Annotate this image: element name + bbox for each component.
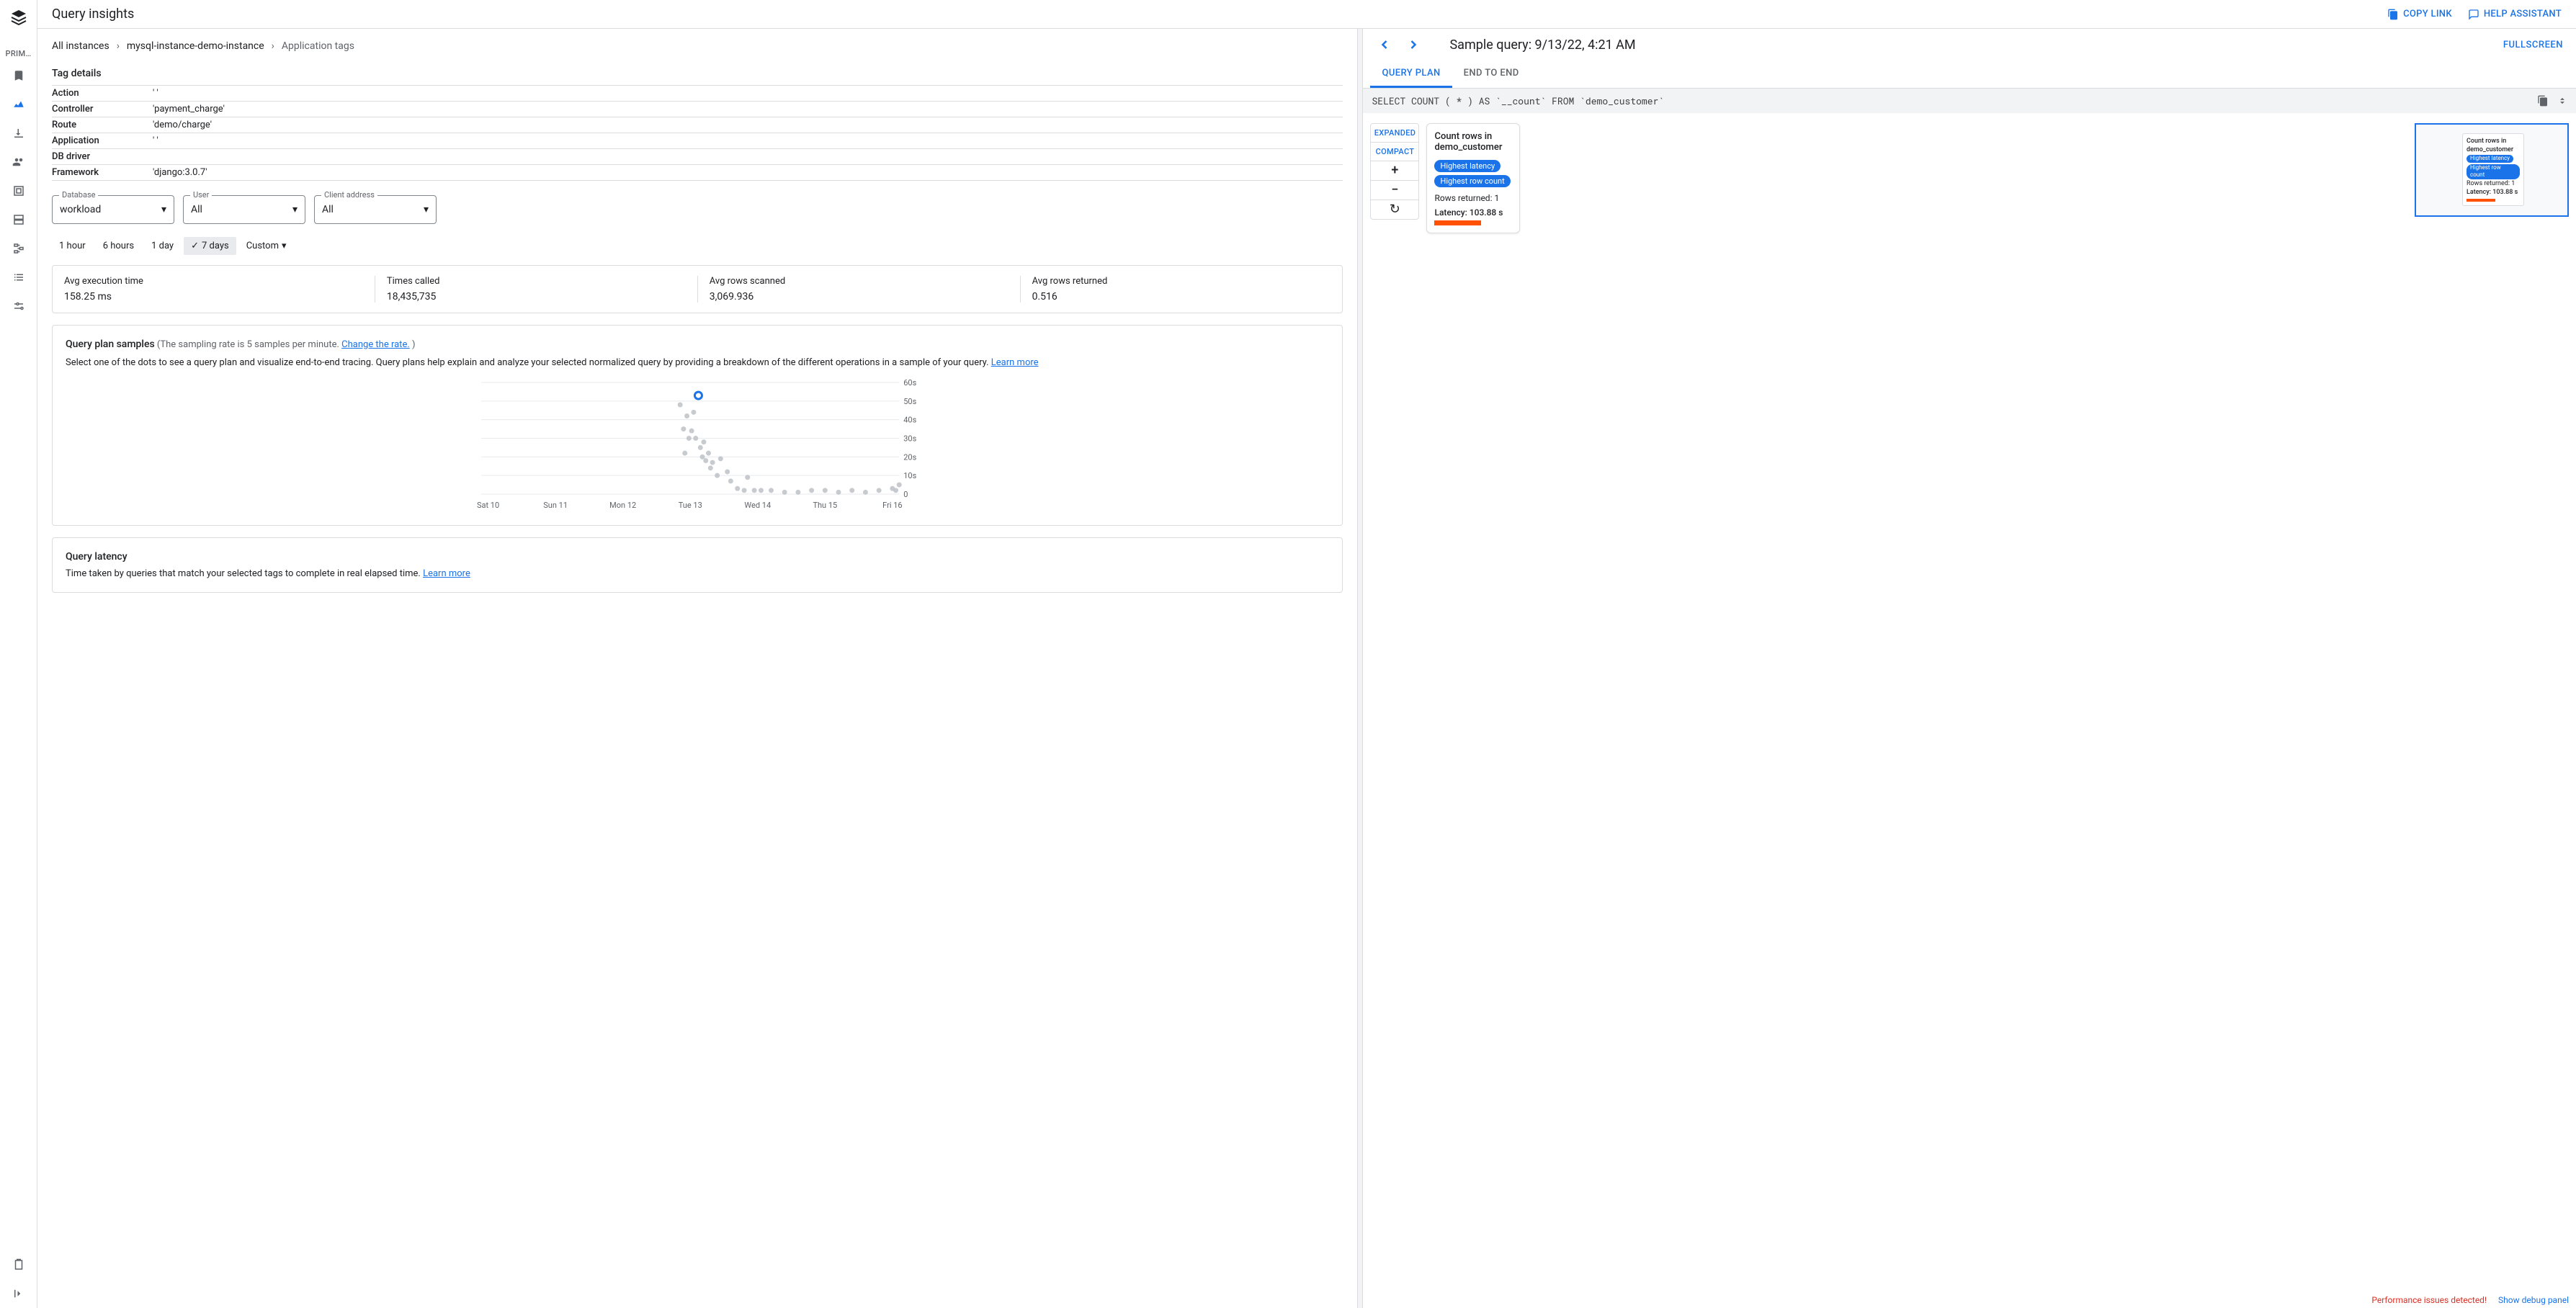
svg-text:40s: 40s xyxy=(903,416,916,425)
chevron-right-icon: › xyxy=(117,40,120,52)
pane-divider[interactable] xyxy=(1357,29,1363,1308)
sample-query-header: Sample query: 9/13/22, 4:21 AM FULLSCREE… xyxy=(1363,29,2576,61)
breadcrumb-current: Application tags xyxy=(282,40,354,52)
dropdown-icon: ▾ xyxy=(282,241,287,251)
perf-issues-label: Performance issues detected! xyxy=(2371,1295,2487,1305)
plan-canvas[interactable]: EXPANDED COMPACT + − ↻ Count rows in dem… xyxy=(1363,113,2576,1308)
svg-text:60s: 60s xyxy=(903,378,916,388)
copy-icon xyxy=(2387,9,2399,20)
query-plan-samples-card: Query plan samples (The sampling rate is… xyxy=(52,325,1343,526)
view-compact-button[interactable]: COMPACT xyxy=(1371,143,1418,161)
svg-text:Sun 11: Sun 11 xyxy=(543,501,568,510)
right-pane: Sample query: 9/13/22, 4:21 AM FULLSCREE… xyxy=(1363,29,2576,1308)
plan-toolbar: EXPANDED COMPACT + − ↻ xyxy=(1370,123,1419,220)
client-address-select[interactable]: Client address All▾ xyxy=(314,195,437,224)
product-logo xyxy=(10,9,27,26)
nav-item-grid[interactable] xyxy=(6,178,32,204)
stats-card: Avg execution time158.25 ms Times called… xyxy=(52,265,1343,313)
tag-details-table: Action' ' Controller'payment_charge' Rou… xyxy=(52,85,1343,181)
right-tabs: QUERY PLAN END TO END xyxy=(1363,61,2576,89)
check-icon: ✓ xyxy=(191,241,199,251)
highest-latency-badge: Highest latency xyxy=(1434,160,1501,172)
svg-text:Tue 13: Tue 13 xyxy=(679,501,702,510)
query-text-bar: SELECT COUNT ( * ) AS `__count` FROM `de… xyxy=(1363,89,2576,113)
nav-item-bookmark[interactable] xyxy=(6,63,32,89)
svg-text:Sat 10: Sat 10 xyxy=(477,501,499,510)
learn-more-link[interactable]: Learn more xyxy=(991,357,1039,368)
left-pane: All instances › mysql-instance-demo-inst… xyxy=(37,29,1357,1308)
query-latency-card: Query latency Time taken by queries that… xyxy=(52,537,1343,593)
svg-text:Mon 12: Mon 12 xyxy=(609,501,636,510)
page-title: Query insights xyxy=(52,6,134,22)
sample-query-title: Sample query: 9/13/22, 4:21 AM xyxy=(1449,37,1635,53)
prev-sample-button[interactable] xyxy=(1370,30,1399,59)
top-bar: Query insights COPY LINK HELP ASSISTANT xyxy=(37,0,2576,29)
svg-text:20s: 20s xyxy=(903,452,916,462)
copy-query-button[interactable] xyxy=(2537,95,2549,107)
plan-node[interactable]: Count rows in demo_customer Highest late… xyxy=(1426,123,1520,233)
svg-text:0: 0 xyxy=(903,490,908,499)
nav-item-collapse[interactable] xyxy=(6,1281,32,1307)
svg-text:Fri 16: Fri 16 xyxy=(882,501,902,510)
plan-minimap[interactable]: Count rows in demo_customer Highest late… xyxy=(2415,123,2569,217)
tag-details-title: Tag details xyxy=(52,68,1343,79)
next-sample-button[interactable] xyxy=(1399,30,1428,59)
side-nav: PRIM… xyxy=(0,0,37,1308)
show-debug-panel-button[interactable]: Show debug panel xyxy=(2498,1295,2569,1305)
nav-section-label: PRIM… xyxy=(0,46,37,61)
nav-item-users[interactable] xyxy=(6,149,32,175)
fullscreen-button[interactable]: FULLSCREEN xyxy=(2503,40,2569,50)
chevron-right-icon: › xyxy=(272,40,274,52)
svg-text:30s: 30s xyxy=(903,434,916,444)
copy-icon xyxy=(2537,95,2549,107)
svg-text:Wed 14: Wed 14 xyxy=(744,501,771,510)
help-assistant-button[interactable]: HELP ASSISTANT xyxy=(2468,9,2562,20)
time-range-1day[interactable]: 1 day xyxy=(144,237,181,255)
zoom-in-button[interactable]: + xyxy=(1371,161,1418,181)
zoom-out-button[interactable]: − xyxy=(1371,181,1418,200)
nav-item-import[interactable] xyxy=(6,120,32,146)
tab-end-to-end[interactable]: END TO END xyxy=(1452,61,1531,88)
user-select[interactable]: User All▾ xyxy=(183,195,305,224)
copy-link-button[interactable]: COPY LINK xyxy=(2387,9,2452,20)
dropdown-icon: ▾ xyxy=(161,204,166,215)
minimap-node: Count rows in demo_customer Highest late… xyxy=(2462,133,2524,206)
view-expanded-button[interactable]: EXPANDED xyxy=(1371,124,1418,143)
change-rate-link[interactable]: Change the rate. xyxy=(341,339,410,350)
expand-query-button[interactable] xyxy=(2557,95,2567,107)
svg-text:50s: 50s xyxy=(903,397,916,406)
dropdown-icon: ▾ xyxy=(292,204,298,215)
svg-text:10s: 10s xyxy=(903,471,916,480)
breadcrumb-instance[interactable]: mysql-instance-demo-instance xyxy=(127,40,264,52)
expand-icon xyxy=(2557,95,2567,107)
nav-item-list[interactable] xyxy=(6,264,32,290)
reset-view-button[interactable]: ↻ xyxy=(1371,200,1418,219)
tab-query-plan[interactable]: QUERY PLAN xyxy=(1370,61,1452,88)
breadcrumb-all-instances[interactable]: All instances xyxy=(52,40,109,52)
latency-bar xyxy=(1434,220,1481,225)
footer-status: Performance issues detected! Show debug … xyxy=(2371,1292,2569,1308)
svg-text:Thu 15: Thu 15 xyxy=(813,501,837,510)
nav-item-clipboard[interactable] xyxy=(6,1252,32,1278)
nav-item-settings[interactable] xyxy=(6,293,32,319)
time-range-custom[interactable]: Custom ▾ xyxy=(239,237,294,255)
scatter-chart[interactable]: 0 10s 20s 30s 40s 50s 60s Sat 10 Sun 11 Mon 12 Tue… xyxy=(66,375,1329,512)
database-select[interactable]: Database workload▾ xyxy=(52,195,174,224)
nav-item-insights[interactable] xyxy=(6,91,32,117)
chat-icon xyxy=(2468,9,2479,20)
learn-more-link[interactable]: Learn more xyxy=(423,568,470,579)
nav-item-hierarchy[interactable] xyxy=(6,236,32,261)
dropdown-icon: ▾ xyxy=(424,204,429,215)
highest-row-count-badge: Highest row count xyxy=(1434,175,1510,187)
nav-item-storage[interactable] xyxy=(6,207,32,233)
time-range-selector: 1 hour 6 hours 1 day ✓7 days Custom ▾ xyxy=(52,237,1343,255)
breadcrumb: All instances › mysql-instance-demo-inst… xyxy=(52,40,1343,52)
time-range-6hours[interactable]: 6 hours xyxy=(96,237,141,255)
time-range-1hour[interactable]: 1 hour xyxy=(52,237,93,255)
time-range-7days[interactable]: ✓7 days xyxy=(184,237,236,255)
